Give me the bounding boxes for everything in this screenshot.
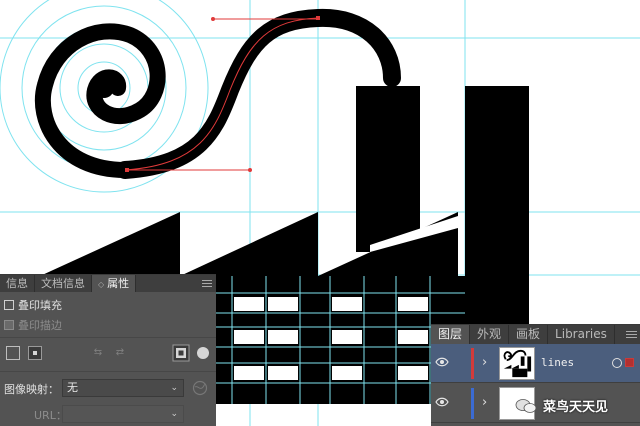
layer-target-icon[interactable] — [612, 358, 622, 368]
overprint-fill-checkbox[interactable] — [4, 300, 14, 310]
factory-windows — [200, 276, 465, 404]
center-dot-icon — [33, 351, 37, 355]
layer-color-bar — [471, 388, 474, 419]
reverse-direction-on-icon: ⇄ — [115, 347, 125, 358]
smoke-spiral — [34, 8, 401, 179]
tab-arrows-icon: ◇ — [98, 280, 105, 289]
tab-info[interactable]: 信息 — [0, 275, 35, 292]
tab-libraries[interactable]: Libraries — [548, 325, 615, 344]
layers-tabs: 图层 外观 画板 Libraries — [431, 325, 640, 344]
reverse-direction-off-icon: ⇆ — [93, 347, 103, 358]
chevron-down-icon: ⌄ — [170, 383, 178, 393]
image-map-value: 无 — [67, 381, 78, 394]
tab-appearance[interactable]: 外观 — [470, 325, 510, 344]
expand-chevron-icon[interactable]: › — [482, 395, 487, 410]
properties-tabs: 信息 文档信息 ◇ 属性 — [0, 275, 216, 292]
tab-document-info[interactable]: 文档信息 — [35, 275, 92, 292]
nonzero-winding-icon[interactable] — [172, 344, 190, 362]
panel-menu-icon[interactable] — [626, 325, 640, 344]
wechat-icon — [515, 398, 537, 413]
overprint-stroke-checkbox — [4, 320, 14, 330]
divider — [0, 371, 216, 372]
image-map-label: 图像映射： — [4, 383, 59, 396]
panel-menu-icon[interactable] — [202, 275, 216, 292]
tab-attributes[interactable]: ◇ 属性 — [92, 275, 137, 292]
eye-icon[interactable] — [435, 356, 449, 368]
eye-icon[interactable] — [435, 396, 449, 408]
overprint-stroke-row: 叠印描边 — [4, 317, 62, 333]
overprint-fill-label: 叠印填充 — [18, 299, 62, 312]
layer-selection-indicator[interactable] — [625, 358, 634, 367]
hide-center-button[interactable] — [6, 346, 20, 360]
url-input: ⌄ — [62, 405, 184, 423]
expand-chevron-icon[interactable]: › — [482, 355, 487, 370]
tab-attributes-label: 属性 — [107, 277, 130, 290]
layer-thumbnail — [499, 347, 535, 380]
layer-color-bar — [471, 348, 474, 379]
overprint-fill-row[interactable]: 叠印填充 — [4, 297, 62, 313]
chevron-down-icon: ⌄ — [170, 409, 178, 419]
tab-layers[interactable]: 图层 — [431, 325, 471, 344]
divider — [0, 337, 216, 338]
overprint-stroke-label: 叠印描边 — [18, 319, 62, 332]
layer-row-lines[interactable]: › lines — [431, 344, 640, 383]
spiral-center — [94, 78, 114, 98]
layer-name[interactable]: lines — [541, 356, 574, 369]
watermark-text: 菜鸟天天见 — [543, 400, 609, 415]
even-odd-icon[interactable] — [194, 344, 212, 362]
show-center-button[interactable] — [28, 346, 42, 360]
image-map-select[interactable]: 无 ⌄ — [62, 379, 184, 397]
properties-panel: 信息 文档信息 ◇ 属性 叠印填充 叠印描边 ⇆ ⇄ 图像映射： 无 ⌄ URL：… — [0, 274, 216, 426]
watermark: 菜鸟天天见 — [515, 396, 608, 415]
tab-artboards[interactable]: 画板 — [509, 325, 549, 344]
browser-globe-icon — [192, 380, 208, 396]
